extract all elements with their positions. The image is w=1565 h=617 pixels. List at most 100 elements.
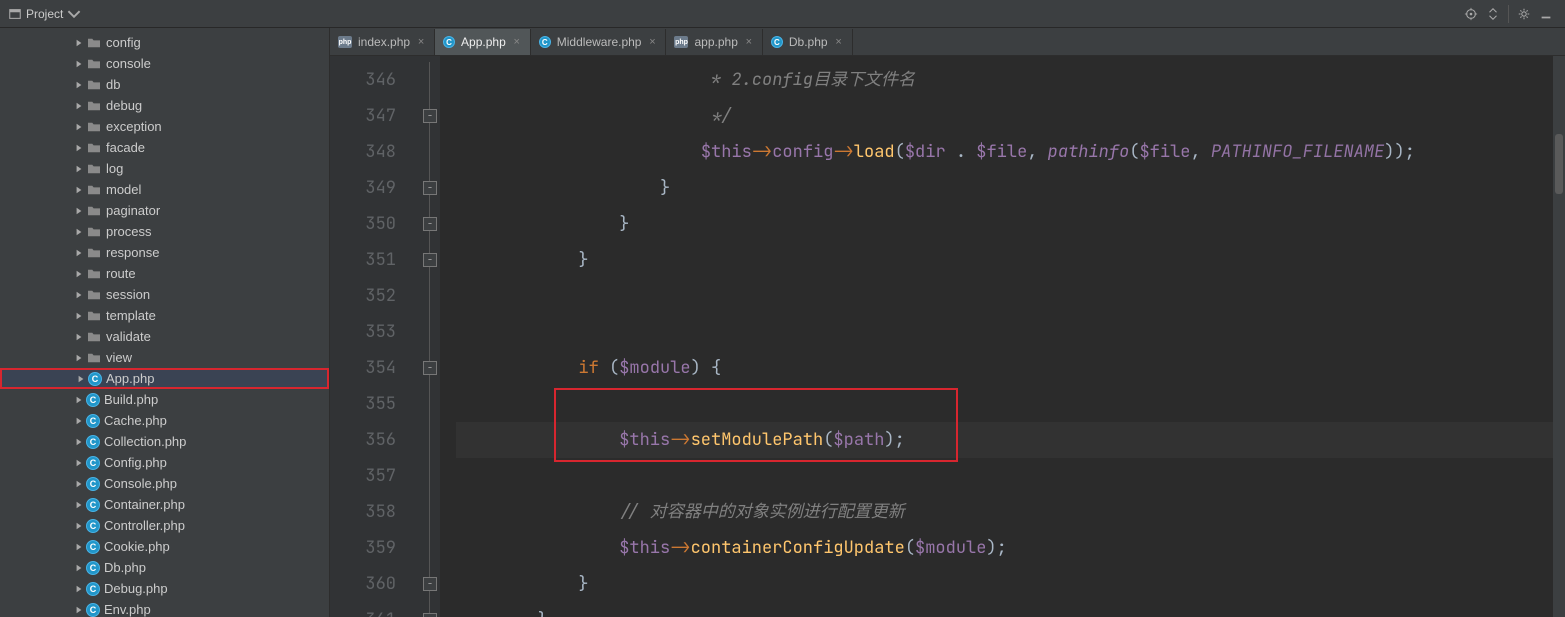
tree-item-process[interactable]: process [0, 221, 329, 242]
chevron-right-icon[interactable] [72, 162, 86, 176]
chevron-right-icon[interactable] [72, 78, 86, 92]
tree-item-db-php[interactable]: CDb.php [0, 557, 329, 578]
close-icon[interactable]: × [416, 37, 426, 47]
code-line-354[interactable]: if ($module) { [456, 350, 1553, 386]
close-icon[interactable]: × [512, 37, 522, 47]
chevron-right-icon[interactable] [72, 540, 86, 554]
scrollbar-thumb[interactable] [1555, 134, 1563, 194]
fold-toggle[interactable] [423, 253, 437, 267]
code-line-358[interactable]: // 对容器中的对象实例进行配置更新 [456, 494, 1553, 530]
chevron-right-icon[interactable] [72, 309, 86, 323]
code-line-359[interactable]: $this->containerConfigUpdate($module); [456, 530, 1553, 566]
code-line-357[interactable] [456, 458, 1553, 494]
chevron-right-icon[interactable] [72, 456, 86, 470]
line-number: 358 [330, 494, 420, 530]
tree-item-debug-php[interactable]: CDebug.php [0, 578, 329, 599]
code-line-353[interactable] [456, 314, 1553, 350]
tree-item-db[interactable]: db [0, 74, 329, 95]
tree-item-console-php[interactable]: CConsole.php [0, 473, 329, 494]
close-icon[interactable]: × [647, 37, 657, 47]
chevron-right-icon[interactable] [72, 561, 86, 575]
tree-item-model[interactable]: model [0, 179, 329, 200]
chevron-right-icon[interactable] [72, 351, 86, 365]
tree-item-debug[interactable]: debug [0, 95, 329, 116]
code-line-347[interactable]: */ [456, 98, 1553, 134]
collapse-icon-button[interactable] [1482, 3, 1504, 25]
hide-icon-button[interactable] [1535, 3, 1557, 25]
chevron-right-icon[interactable] [72, 498, 86, 512]
code-line-350[interactable]: } [456, 206, 1553, 242]
chevron-right-icon[interactable] [72, 183, 86, 197]
tree-item-route[interactable]: route [0, 263, 329, 284]
close-icon[interactable]: × [834, 37, 844, 47]
tab-app-php[interactable]: CApp.php× [435, 29, 531, 55]
close-icon[interactable]: × [744, 37, 754, 47]
code-line-352[interactable] [456, 278, 1553, 314]
vertical-scrollbar[interactable] [1553, 56, 1565, 617]
tree-item-container-php[interactable]: CContainer.php [0, 494, 329, 515]
tree-item-paginator[interactable]: paginator [0, 200, 329, 221]
chevron-right-icon[interactable] [72, 288, 86, 302]
fold-toggle[interactable] [423, 217, 437, 231]
chevron-right-icon[interactable] [72, 204, 86, 218]
tree-item-cache-php[interactable]: CCache.php [0, 410, 329, 431]
project-dropdown[interactable]: Project [8, 7, 81, 21]
gear-icon-button[interactable] [1513, 3, 1535, 25]
tree-item-template[interactable]: template [0, 305, 329, 326]
chevron-right-icon[interactable] [72, 393, 86, 407]
tab-db-php[interactable]: CDb.php× [763, 29, 853, 55]
chevron-right-icon[interactable] [72, 414, 86, 428]
tree-item-facade[interactable]: facade [0, 137, 329, 158]
chevron-right-icon[interactable] [72, 246, 86, 260]
chevron-right-icon[interactable] [72, 36, 86, 50]
code-line-346[interactable]: * 2.config目录下文件名 [456, 62, 1553, 98]
project-tree[interactable]: configconsoledbdebugexceptionfacadelogmo… [0, 28, 330, 617]
chevron-right-icon[interactable] [72, 582, 86, 596]
fold-column[interactable] [420, 56, 440, 617]
tab-index-php[interactable]: phpindex.php× [330, 29, 435, 55]
tree-item-config[interactable]: config [0, 32, 329, 53]
fold-toggle[interactable] [423, 613, 437, 617]
chevron-right-icon[interactable] [72, 519, 86, 533]
tree-item-response[interactable]: response [0, 242, 329, 263]
chevron-right-icon[interactable] [72, 141, 86, 155]
tree-item-config-php[interactable]: CConfig.php [0, 452, 329, 473]
chevron-right-icon[interactable] [72, 267, 86, 281]
chevron-right-icon[interactable] [72, 120, 86, 134]
code-line-360[interactable]: } [456, 566, 1553, 602]
fold-toggle[interactable] [423, 577, 437, 591]
fold-toggle[interactable] [423, 181, 437, 195]
tree-item-controller-php[interactable]: CController.php [0, 515, 329, 536]
tree-item-log[interactable]: log [0, 158, 329, 179]
tab-app-php[interactable]: phpapp.php× [666, 29, 762, 55]
chevron-right-icon[interactable] [72, 435, 86, 449]
tab-middleware-php[interactable]: CMiddleware.php× [531, 29, 667, 55]
target-icon-button[interactable] [1460, 3, 1482, 25]
code-line-351[interactable]: } [456, 242, 1553, 278]
chevron-right-icon[interactable] [72, 477, 86, 491]
fold-toggle[interactable] [423, 109, 437, 123]
tree-item-session[interactable]: session [0, 284, 329, 305]
code-content[interactable]: * 2.config目录下文件名 */ $this->config->load(… [440, 56, 1553, 617]
chevron-right-icon[interactable] [72, 330, 86, 344]
tree-item-env-php[interactable]: CEnv.php [0, 599, 329, 617]
fold-toggle[interactable] [423, 361, 437, 375]
code-line-348[interactable]: $this->config->load($dir . $file, pathin… [456, 134, 1553, 170]
code-line-349[interactable]: } [456, 170, 1553, 206]
tree-item-build-php[interactable]: CBuild.php [0, 389, 329, 410]
class-icon: C [86, 393, 100, 407]
tree-item-cookie-php[interactable]: CCookie.php [0, 536, 329, 557]
code-line-361[interactable]: } [456, 602, 1553, 617]
tree-item-exception[interactable]: exception [0, 116, 329, 137]
chevron-right-icon[interactable] [72, 225, 86, 239]
chevron-right-icon[interactable] [72, 57, 86, 71]
chevron-right-icon[interactable] [74, 372, 88, 386]
chevron-right-icon[interactable] [72, 99, 86, 113]
tree-item-label: paginator [106, 203, 160, 218]
tree-item-collection-php[interactable]: CCollection.php [0, 431, 329, 452]
tree-item-app-php[interactable]: CApp.php [0, 368, 329, 389]
tree-item-validate[interactable]: validate [0, 326, 329, 347]
tree-item-view[interactable]: view [0, 347, 329, 368]
chevron-right-icon[interactable] [72, 603, 86, 617]
tree-item-console[interactable]: console [0, 53, 329, 74]
